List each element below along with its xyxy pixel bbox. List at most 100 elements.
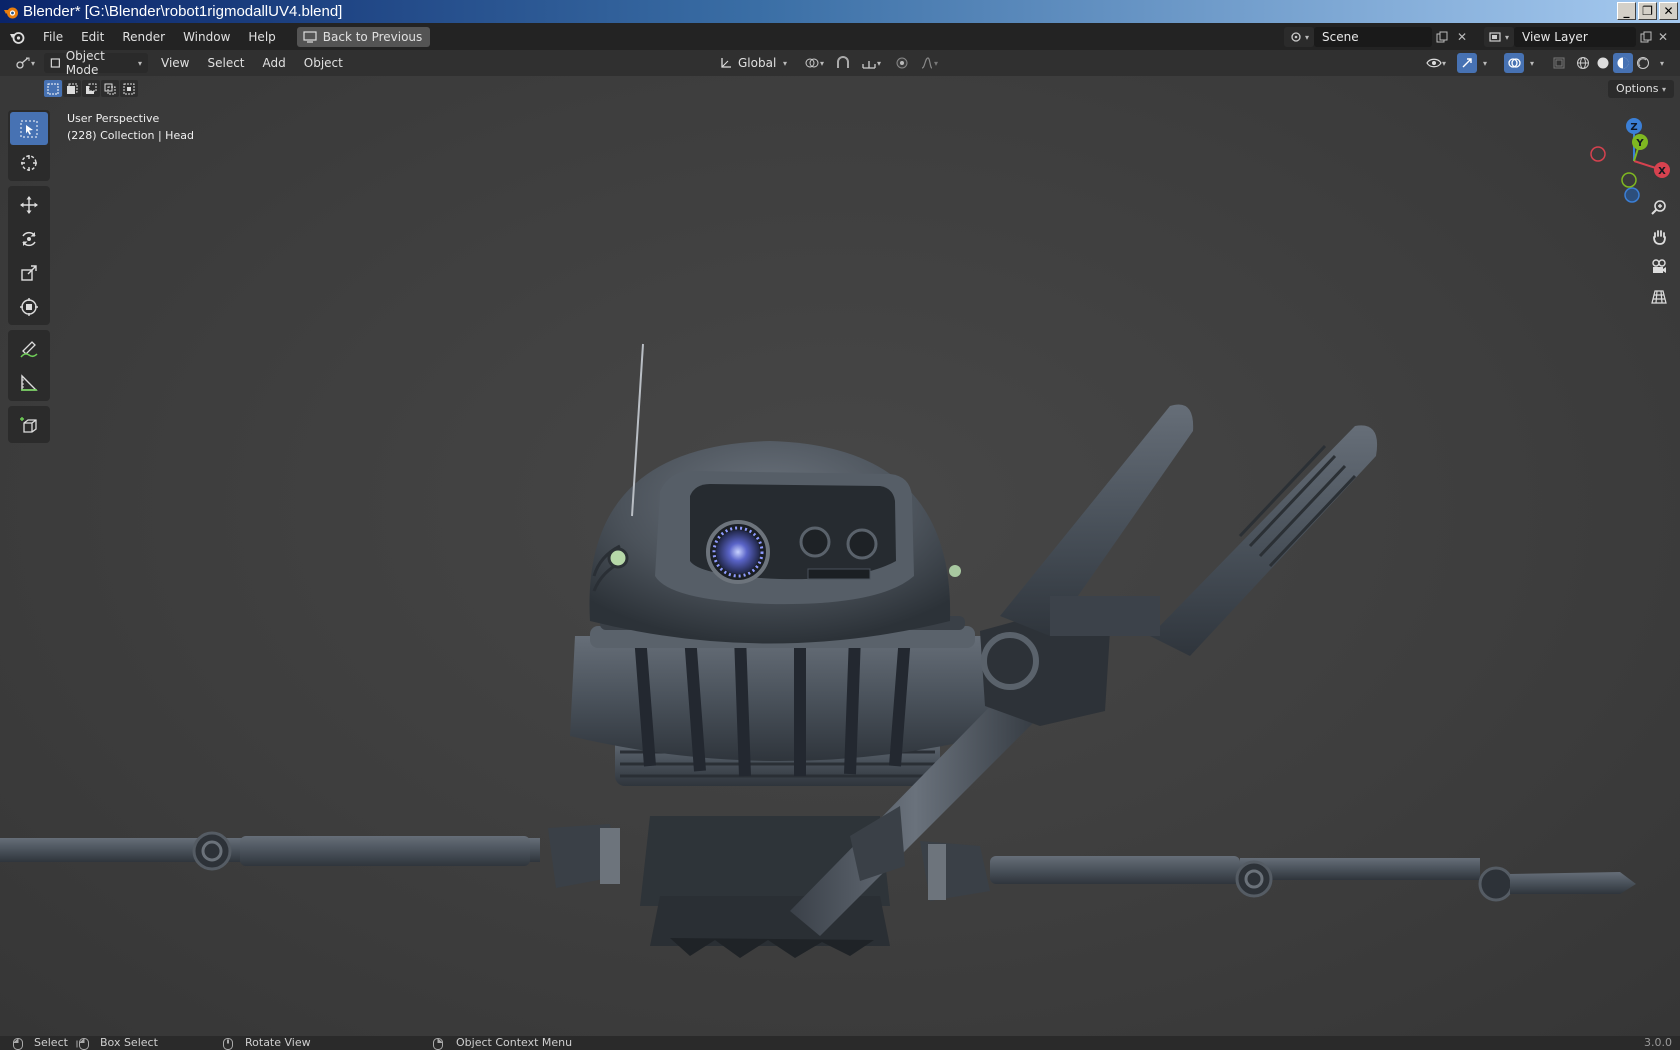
add-cube-tool-icon[interactable] [10,408,48,441]
perspective-label: User Perspective [67,112,160,125]
maximize-button[interactable]: ❐ [1638,2,1657,20]
mode-dropdown[interactable]: Object Mode ▾ [44,49,148,77]
menu-select[interactable]: Select [198,52,253,74]
select-intersect-icon[interactable] [120,80,138,97]
navigation-buttons [1645,193,1673,313]
scene-name-field[interactable]: Scene [1314,27,1432,47]
editor-type-icon[interactable]: ▾ [10,53,40,73]
minimize-button[interactable]: _ [1617,2,1636,20]
menu-edit[interactable]: Edit [72,26,113,48]
rotate-tool-icon[interactable] [10,222,48,255]
select-difference-icon[interactable] [101,80,119,97]
move-tool-icon[interactable] [10,188,48,221]
solid-shading-icon[interactable] [1593,53,1613,73]
select-extend-icon[interactable] [63,80,81,97]
mouse-drag-icon [76,1038,89,1050]
menu-help[interactable]: Help [239,26,284,48]
visibility-icon[interactable]: ▾ [1421,53,1451,73]
overlays-toggle-icon[interactable] [1504,53,1524,73]
gizmo-y-icon[interactable]: Y [1632,134,1648,150]
tool-shelf [8,110,50,448]
options-dropdown[interactable]: Options ▾ [1608,80,1674,98]
transform-orientation-label: Global [738,56,777,70]
blender-logo-icon [4,7,18,18]
mouse-middle-icon [223,1038,233,1050]
perspective-toggle-icon[interactable] [1645,283,1673,311]
pivot-point-icon[interactable]: ▾ [800,53,828,73]
svg-text:X: X [1658,166,1666,177]
select-box-tool-icon[interactable] [10,112,48,145]
gizmo-neg-x-icon[interactable] [1590,146,1606,162]
measure-tool-icon[interactable] [10,366,48,399]
3d-viewport[interactable]: Options ▾ User Perspective (228) Collect… [0,76,1680,1036]
mode-label: Object Mode [65,49,105,77]
blender-menu-icon[interactable] [0,30,34,44]
select-subtract-icon[interactable] [82,80,100,97]
remove-scene-icon[interactable]: ✕ [1452,27,1472,47]
transform-axes-icon [721,58,731,68]
gizmo-dropdown-icon[interactable]: ▾ [1478,53,1492,73]
rendered-shading-icon[interactable] [1633,53,1653,73]
view-layer-browse-icon[interactable]: ▾ [1484,27,1514,47]
zoom-icon[interactable] [1645,193,1673,221]
overlays-dropdown-icon[interactable]: ▾ [1525,53,1539,73]
selection-mode-group [44,80,138,97]
xray-toggle-icon[interactable] [1548,53,1570,73]
viewport-header: ▾ Object Mode ▾ View Select Add Object G… [0,49,1680,77]
svg-text:Z: Z [1630,122,1637,133]
scene-selector[interactable]: ▾ Scene ✕ [1284,27,1472,47]
object-mode-icon [50,58,60,68]
view-layer-selector[interactable]: ▾ View Layer ✕ [1484,27,1670,47]
back-to-previous-button[interactable]: Back to Previous [296,26,431,47]
menu-render[interactable]: Render [113,26,174,48]
status-context-menu: Object Context Menu [456,1036,573,1049]
new-view-layer-icon[interactable] [1636,27,1656,47]
gizmo-neg-y-icon[interactable] [1621,172,1637,188]
status-bar: Select Box Select Rotate View Object Con… [0,1036,1680,1050]
camera-view-icon[interactable] [1645,253,1673,281]
new-scene-icon[interactable] [1432,27,1452,47]
transform-orientation-dropdown[interactable]: Global ▾ [713,53,793,73]
gizmo-x-icon[interactable]: X [1654,162,1670,178]
status-select: Select [34,1036,68,1049]
cursor-tool-icon[interactable] [10,146,48,179]
back-to-previous-label: Back to Previous [322,29,423,44]
menu-window[interactable]: Window [174,26,239,48]
mouse-left-icon [13,1038,23,1050]
snap-target-icon[interactable]: ▾ [854,53,888,73]
options-label: Options [1616,82,1659,95]
snap-icon[interactable] [832,53,854,73]
status-rotate-view: Rotate View [245,1036,311,1049]
gizmo-toggle-icon[interactable] [1457,53,1477,73]
version-label: 3.0.0 [1644,1036,1672,1049]
scale-tool-icon[interactable] [10,256,48,289]
gizmo-z-icon[interactable]: Z [1626,118,1642,134]
menu-object[interactable]: Object [295,52,352,74]
proportional-falloff-icon[interactable]: ▾ [913,53,945,73]
menu-view[interactable]: View [152,52,198,74]
status-box-select: Box Select [100,1036,158,1049]
collection-info-label: (228) Collection | Head [67,129,194,142]
shading-options-dropdown-icon[interactable]: ▾ [1654,53,1670,73]
gizmo-neg-z-icon[interactable] [1624,187,1640,203]
svg-text:Y: Y [1635,138,1644,149]
view-layer-name-field[interactable]: View Layer [1514,27,1636,47]
close-button[interactable]: ✕ [1659,2,1678,20]
window-titlebar: Blender* [G:\Blender\robot1rigmodallUV4.… [0,0,1680,23]
pan-hand-icon[interactable] [1645,223,1673,251]
proportional-edit-icon[interactable] [891,53,913,73]
material-preview-shading-icon[interactable] [1613,53,1633,73]
annotate-tool-icon[interactable] [10,332,48,365]
wireframe-shading-icon[interactable] [1573,53,1593,73]
scene-browse-icon[interactable]: ▾ [1284,27,1314,47]
window-title: Blender* [G:\Blender\robot1rigmodallUV4.… [23,3,343,20]
robot-render [0,343,1636,958]
select-new-icon[interactable] [44,80,62,97]
viewport-info-overlay: User Perspective (228) Collection | Head [67,110,194,144]
mouse-right-icon [433,1038,443,1050]
menu-add[interactable]: Add [254,52,295,74]
menu-file[interactable]: File [34,26,72,48]
transform-tool-icon[interactable] [10,290,48,323]
remove-view-layer-icon[interactable]: ✕ [1656,27,1670,47]
screen-icon [303,30,317,43]
